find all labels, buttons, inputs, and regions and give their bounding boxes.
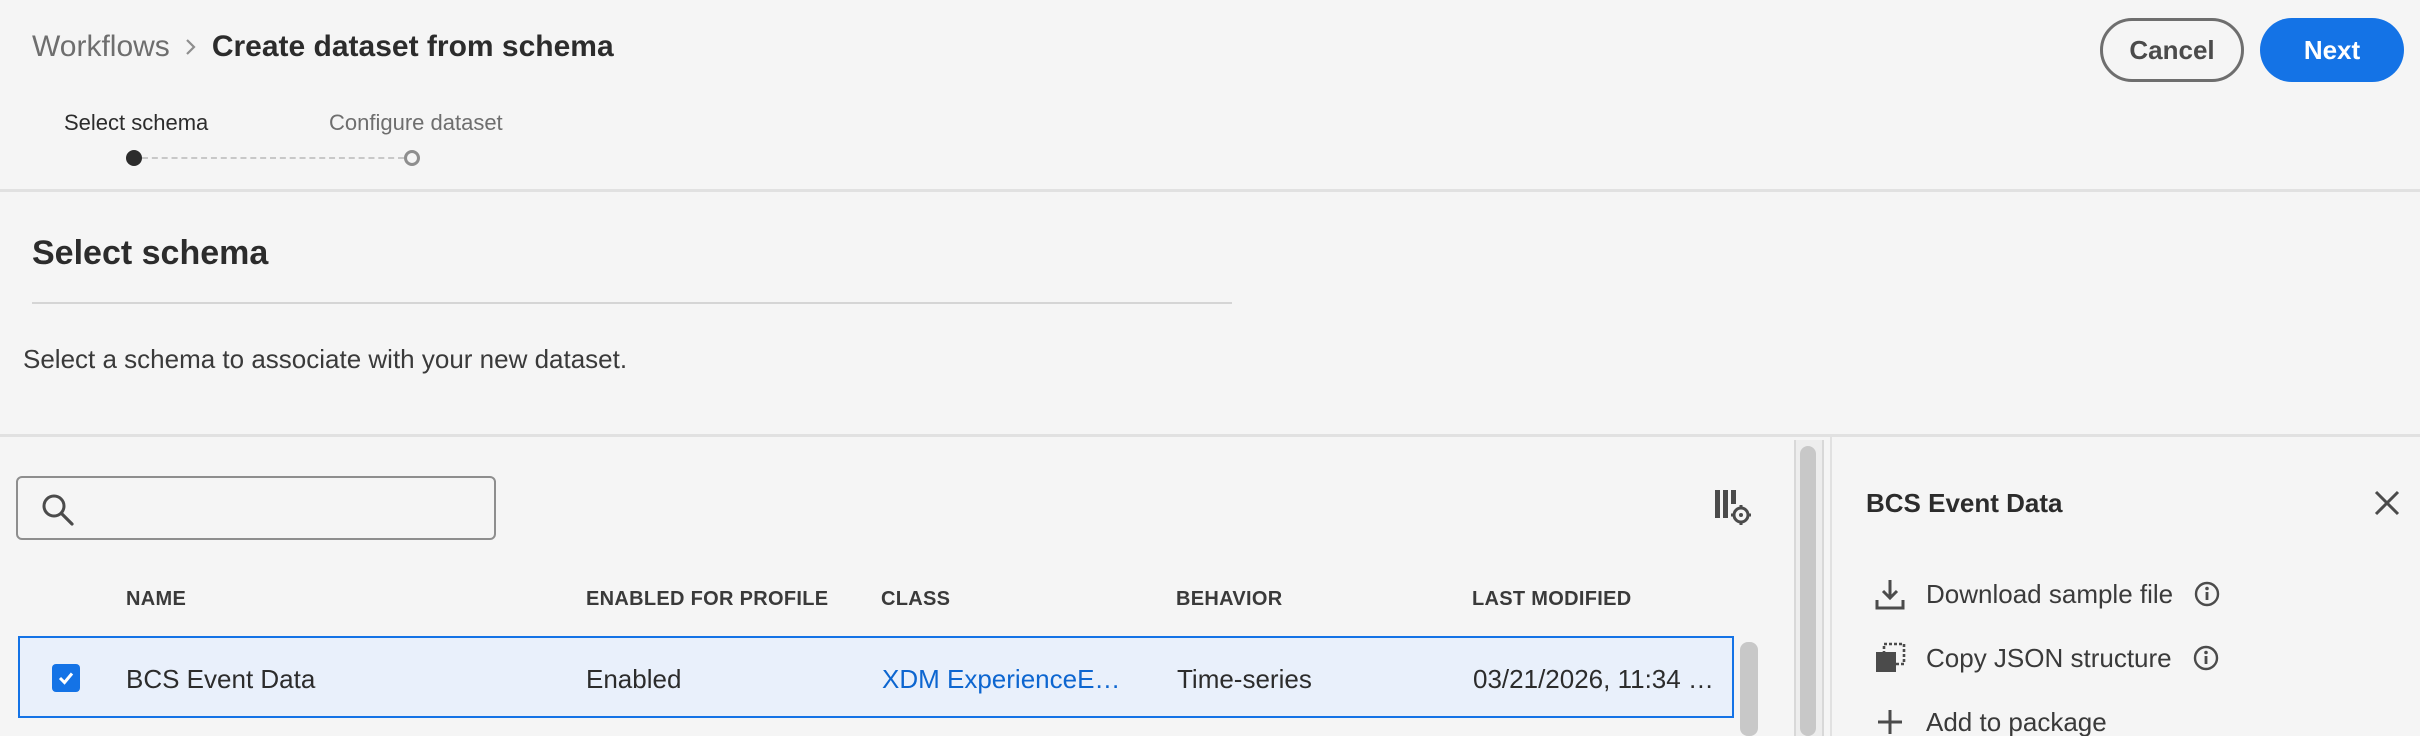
download-sample-file-label: Download sample file [1926, 578, 2174, 609]
breadcrumb: Workflows Create dataset from schema [32, 30, 614, 64]
next-button[interactable]: Next [2260, 18, 2404, 82]
checkmark-icon [58, 672, 74, 685]
step-indicator-active [126, 150, 142, 166]
step-indicator-inactive [404, 150, 420, 166]
add-to-package-action[interactable]: Add to package [1872, 704, 2107, 736]
info-icon[interactable] [2193, 580, 2221, 608]
copy-json-structure-action[interactable]: Copy JSON structure [1872, 640, 2220, 676]
cell-enabled-for-profile: Enabled [586, 664, 682, 694]
cancel-button[interactable]: Cancel [2100, 18, 2244, 82]
details-panel: BCS Event Data Download sample file Copy… [1830, 436, 2420, 736]
column-header-behavior[interactable]: BEHAVIOR [1176, 588, 1282, 611]
table-row[interactable]: BCS Event Data Enabled XDM ExperienceE… … [18, 636, 1734, 718]
page-title: Create dataset from schema [211, 30, 614, 63]
table-header: NAME ENABLED FOR PROFILE CLASS BEHAVIOR … [16, 580, 1736, 620]
step-select-schema: Select schema [64, 110, 209, 135]
download-sample-file-action[interactable]: Download sample file [1872, 576, 2221, 612]
add-to-package-label: Add to package [1926, 706, 2107, 736]
step-configure-dataset: Configure dataset [329, 110, 503, 135]
cell-class-link[interactable]: XDM ExperienceE… [882, 664, 1120, 695]
info-icon[interactable] [2192, 644, 2220, 672]
column-header-class[interactable]: CLASS [881, 588, 950, 611]
column-settings-icon[interactable] [1712, 486, 1752, 526]
close-icon[interactable] [2372, 488, 2402, 518]
header: Workflows Create dataset from schema Can… [0, 0, 2420, 192]
stepper: Select schema Configure dataset [0, 104, 600, 174]
step-connector [142, 157, 404, 159]
cell-last-modified: 03/21/2026, 11:34 … [1473, 664, 1714, 694]
add-icon [1872, 704, 1908, 736]
section-title: Select schema [32, 234, 269, 272]
column-header-enabled-for-profile[interactable]: ENABLED FOR PROFILE [586, 588, 828, 611]
table-scrollbar[interactable] [1740, 642, 1758, 736]
breadcrumb-workflows[interactable]: Workflows [32, 30, 170, 64]
search-input[interactable] [88, 486, 478, 530]
row-checkbox[interactable] [52, 664, 80, 692]
download-icon [1872, 576, 1908, 612]
column-header-name[interactable]: NAME [126, 588, 186, 611]
copy-json-structure-label: Copy JSON structure [1926, 642, 2172, 673]
column-header-last-modified[interactable]: LAST MODIFIED [1472, 588, 1631, 611]
section-divider [32, 302, 1232, 304]
search-icon [40, 492, 76, 528]
chevron-right-icon [170, 32, 212, 62]
cell-name: BCS Event Data [126, 664, 316, 694]
scrollbar-thumb[interactable] [1800, 446, 1816, 736]
section-description: Select a schema to associate with your n… [23, 344, 628, 374]
cell-behavior: Time-series [1177, 664, 1312, 694]
panel-title: BCS Event Data [1866, 488, 2063, 518]
copy-icon [1872, 640, 1908, 676]
search-field[interactable] [16, 476, 496, 540]
